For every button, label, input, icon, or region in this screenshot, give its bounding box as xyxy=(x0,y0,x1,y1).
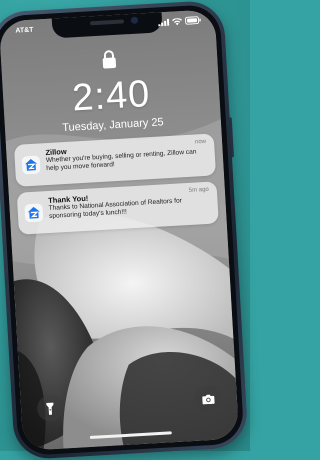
flashlight-icon xyxy=(46,402,54,415)
camera-icon xyxy=(201,394,215,405)
zillow-icon xyxy=(21,155,41,175)
lock-screen: AT&T 2:40 Tuesday, January 25 Zillow now… xyxy=(0,9,240,451)
carrier-label: AT&T xyxy=(15,26,34,35)
status-icons xyxy=(158,16,201,26)
wifi-icon xyxy=(171,17,182,25)
notification-body: Whether you're buying, selling or rentin… xyxy=(45,148,197,173)
lock-icon xyxy=(102,50,117,69)
notification-time: now xyxy=(194,138,207,146)
zillow-icon xyxy=(24,203,44,223)
signal-icon xyxy=(158,18,170,26)
battery-icon xyxy=(184,16,201,25)
notification-time: 5m ago xyxy=(188,186,210,194)
iphone-device: AT&T 2:40 Tuesday, January 25 Zillow now… xyxy=(0,0,249,460)
